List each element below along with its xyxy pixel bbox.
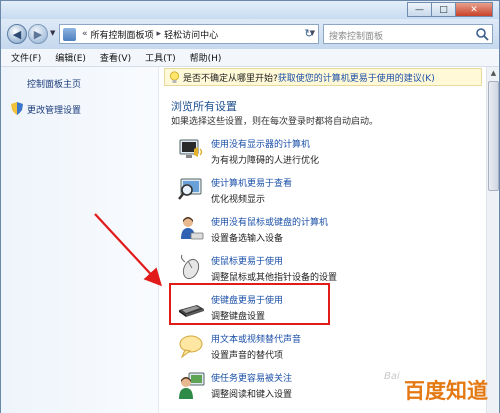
scroll-up-icon[interactable]: ▲ (487, 67, 500, 80)
history-dropdown-icon[interactable]: ▼ (50, 29, 55, 37)
sidebar-item-home[interactable]: 控制面板主页 (27, 77, 81, 90)
sidebar: 控制面板主页 更改管理设置 (1, 67, 159, 413)
info-question: 是否不确定从哪里开始? (183, 73, 278, 84)
sidebar-item-admin-settings[interactable]: 更改管理设置 (27, 103, 81, 116)
content-area: 控制面板主页 更改管理设置 是否不确定从哪里开始? 获取使您的计算机更易于使用的… (1, 67, 499, 413)
title-bar: — □ ✕ (1, 1, 499, 19)
setting-title[interactable]: 使计算机更易于查看 (211, 176, 292, 189)
control-panel-icon (63, 27, 76, 41)
info-bar: 是否不确定从哪里开始? 获取使您的计算机更易于使用的建议(K) (164, 68, 482, 86)
magnifier-monitor-icon (178, 178, 202, 200)
setting-item-no-display[interactable]: 使用没有显示器的计算机 为有视力障碍的人进行优化 (177, 137, 477, 173)
setting-title[interactable]: 使用没有显示器的计算机 (211, 137, 310, 150)
breadcrumb-all-items[interactable]: 所有控制面板项 (91, 28, 154, 41)
back-button[interactable]: ◀ (7, 24, 27, 44)
window-controls: — □ ✕ (407, 2, 493, 17)
maximize-button[interactable]: □ (431, 2, 455, 17)
monitor-audio-icon (179, 139, 203, 158)
menu-tools[interactable]: 工具(T) (145, 51, 176, 64)
setting-item-no-mouse-keyboard[interactable]: 使用没有鼠标或键盘的计算机 设置备选输入设备 (177, 215, 477, 251)
watermark-small-text: Bai (384, 371, 400, 382)
menu-view[interactable]: 查看(V) (100, 51, 131, 64)
setting-title[interactable]: 使任务更容易被关注 (211, 371, 292, 384)
section-heading: 浏览所有设置 (171, 100, 237, 113)
menu-help[interactable]: 帮助(H) (190, 51, 222, 64)
search-placeholder: 搜索控制面板 (329, 32, 384, 42)
search-box[interactable]: 搜索控制面板 (323, 24, 493, 44)
close-button[interactable]: ✕ (455, 2, 493, 17)
scroll-thumb[interactable] (488, 81, 499, 191)
watermark-logo: Bai 百度知道 (384, 371, 496, 411)
setting-item-easier-to-see[interactable]: 使计算机更易于查看 优化视频显示 (177, 176, 477, 212)
lightbulb-icon (169, 71, 180, 83)
menu-edit[interactable]: 编辑(E) (55, 51, 86, 64)
breadcrumb-ease-of-access[interactable]: 轻松访问中心 (164, 28, 218, 41)
recommendations-link[interactable]: 获取使您的计算机更易于使用的建议(K) (278, 71, 435, 84)
setting-title[interactable]: 使鼠标更易于使用 (211, 254, 283, 267)
control-panel-window: — □ ✕ ◀ ▶ ▼ « 所有控制面板项 ▸ 轻松访问中心 ▼ ↻ 搜索控制面… (0, 0, 500, 413)
menu-file[interactable]: 文件(F) (11, 51, 41, 64)
setting-title[interactable]: 使用没有鼠标或键盘的计算机 (211, 215, 328, 228)
setting-desc: 为有视力障碍的人进行优化 (211, 156, 320, 166)
setting-desc: 设置声音的替代项 (211, 351, 284, 361)
main-panel: 是否不确定从哪里开始? 获取使您的计算机更易于使用的建议(K) 浏览所有设置 如… (160, 67, 486, 413)
minimize-button[interactable]: — (407, 2, 431, 17)
breadcrumb-separator-icon[interactable]: ▸ (157, 29, 162, 39)
vertical-scrollbar[interactable]: ▲ (486, 67, 499, 413)
search-icon[interactable] (475, 27, 489, 41)
forward-button[interactable]: ▶ (28, 24, 48, 44)
person-monitor-icon (179, 372, 205, 399)
watermark-text: 百度知道 (404, 379, 488, 403)
setting-title[interactable]: 用文本或视频替代声音 (211, 332, 301, 345)
person-keyboard-icon (181, 217, 204, 240)
navigation-bar: ◀ ▶ ▼ « 所有控制面板项 ▸ 轻松访问中心 ▼ ↻ 搜索控制面板 (1, 19, 499, 49)
address-bar[interactable]: « 所有控制面板项 ▸ 轻松访问中心 ▼ (59, 24, 319, 44)
refresh-icon[interactable]: ↻ (301, 26, 317, 42)
section-subtext: 如果选择这些设置，则在每次登录时都将自动启动。 (171, 117, 379, 127)
setting-desc: 调整鼠标或其他指针设备的设置 (211, 273, 338, 283)
setting-desc: 调整阅读和键入设置 (211, 390, 293, 400)
setting-desc: 设置备选输入设备 (211, 234, 284, 244)
setting-desc: 优化视频显示 (211, 195, 266, 205)
speech-bubble-icon (179, 335, 203, 359)
setting-item-sound-alternatives[interactable]: 用文本或视频替代声音 设置声音的替代项 (177, 332, 477, 368)
annotation-highlight-box (169, 283, 330, 325)
menu-bar: 文件(F) 编辑(E) 查看(V) 工具(T) 帮助(H) (1, 49, 499, 67)
shield-icon (11, 102, 23, 115)
mouse-icon (180, 254, 200, 280)
breadcrumb-chevron-icon[interactable]: « (82, 29, 88, 39)
